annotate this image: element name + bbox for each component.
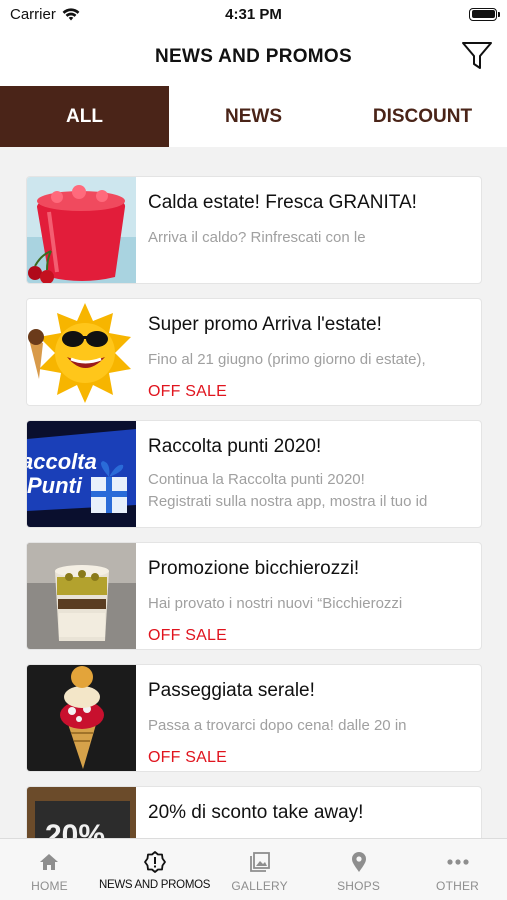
- bottom-tab-bar: HOME NEWS AND PROMOS GALLERY SHOPS OTHER: [0, 838, 507, 900]
- bottom-tab-label: HOME: [31, 879, 68, 893]
- card-title: Promozione bicchierozzi!: [148, 558, 360, 579]
- off-sale-badge: OFF SALE: [148, 627, 227, 644]
- card-description: Arriva il caldo? Rinfrescati con le: [148, 229, 366, 246]
- card-title: Super promo Arriva l'estate!: [148, 314, 382, 335]
- category-tabs: ALL NEWS DISCOUNT: [0, 86, 507, 147]
- bottom-tab-label: OTHER: [436, 879, 480, 893]
- card-description: Passa a trovarci dopo cena! dalle 20 in: [148, 717, 407, 734]
- bottom-tab-other[interactable]: OTHER: [408, 839, 507, 900]
- card-description: Fino al 21 giugno (primo giorno di estat…: [148, 351, 426, 368]
- carrier-info: Carrier: [10, 6, 80, 23]
- carrier-label: Carrier: [10, 5, 56, 23]
- chalkboard-image: 20%: [27, 787, 136, 838]
- news-card-passeggiata[interactable]: Passeggiata serale! Passa a trovarci dop…: [26, 664, 482, 772]
- map-pin-icon: [351, 852, 366, 872]
- ice-cream-cone-image: [27, 665, 136, 771]
- bottom-tab-label: GALLERY: [231, 879, 288, 893]
- sun-mascot-image: [27, 299, 136, 405]
- off-sale-badge: OFF SALE: [148, 749, 227, 766]
- card-description: Continua la Raccolta punti 2020! Registr…: [148, 469, 473, 513]
- gallery-icon: [249, 852, 270, 872]
- image-text-raccolta: accolta: [27, 449, 97, 474]
- status-bar: Carrier 4:31 PM: [0, 0, 507, 28]
- image-text-punti: Punti: [27, 473, 83, 498]
- news-card-summer-promo[interactable]: Super promo Arriva l'estate! Fino al 21 …: [26, 298, 482, 406]
- card-description-line-1: Continua la Raccolta punti 2020!: [148, 471, 365, 488]
- card-description-line-2: Registrati sulla nostra app, mostra il t…: [148, 493, 428, 510]
- card-title: Calda estate! Fresca GRANITA!: [148, 192, 417, 213]
- granita-image: [27, 177, 136, 283]
- battery-icon: [469, 7, 500, 21]
- filter-button[interactable]: [459, 38, 495, 74]
- off-sale-badge: OFF SALE: [148, 383, 227, 400]
- news-card-raccolta-punti[interactable]: accolta Punti Raccolta punti 2020! Conti…: [26, 420, 482, 528]
- bicchierozzi-image: [27, 543, 136, 649]
- image-text-percent: 20%: [45, 819, 105, 838]
- card-title: 20% di sconto take away!: [148, 802, 364, 823]
- bottom-tab-home[interactable]: HOME: [0, 839, 99, 900]
- news-card-bicchierozzi[interactable]: Promozione bicchierozzi! Hai provato i n…: [26, 542, 482, 650]
- bottom-tab-news-and-promos[interactable]: NEWS AND PROMOS: [99, 839, 210, 900]
- card-title: Passeggiata serale!: [148, 680, 315, 701]
- news-list[interactable]: Calda estate! Fresca GRANITA! Arriva il …: [0, 147, 507, 838]
- bottom-tab-shops[interactable]: SHOPS: [309, 839, 408, 900]
- filter-icon: [462, 42, 492, 69]
- raccolta-punti-image: accolta Punti: [27, 421, 136, 527]
- home-icon: [40, 854, 59, 870]
- bottom-tab-label: NEWS AND PROMOS: [98, 879, 211, 891]
- page-title: NEWS AND PROMOS: [155, 46, 352, 67]
- wifi-icon: [62, 7, 80, 20]
- alert-badge-icon: [143, 851, 166, 873]
- bottom-tab-label: SHOPS: [337, 879, 381, 893]
- card-description: Hai provato i nostri nuovi “Bicchierozzi: [148, 595, 403, 612]
- tab-news[interactable]: NEWS: [169, 86, 338, 147]
- navigation-bar: NEWS AND PROMOS: [0, 28, 507, 86]
- card-title: Raccolta punti 2020!: [148, 436, 322, 457]
- tab-discount[interactable]: DISCOUNT: [338, 86, 507, 147]
- more-icon: [446, 859, 469, 865]
- tab-all[interactable]: ALL: [0, 86, 169, 147]
- news-card-granita[interactable]: Calda estate! Fresca GRANITA! Arriva il …: [26, 176, 482, 284]
- bottom-tab-gallery[interactable]: GALLERY: [210, 839, 309, 900]
- news-card-sconto-take-away[interactable]: 20% 20% di sconto take away!: [26, 786, 482, 838]
